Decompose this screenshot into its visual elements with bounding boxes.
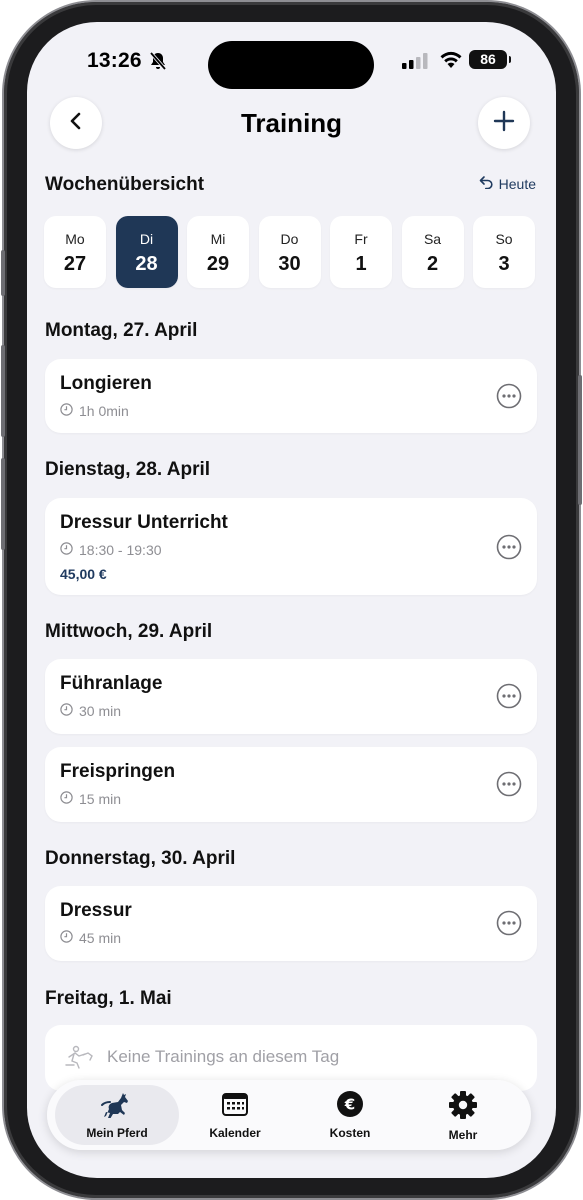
more-options-button[interactable]	[496, 910, 522, 936]
day-heading: Freitag, 1. Mai	[45, 988, 172, 1009]
day-date: 30	[278, 253, 301, 275]
day-date: 3	[498, 253, 510, 275]
tab-kalender[interactable]: Kalender	[185, 1090, 285, 1140]
tab-label: Kosten	[329, 1126, 371, 1140]
tab-label: Kalender	[209, 1126, 261, 1140]
more-options-button[interactable]	[496, 383, 522, 409]
cellular-signal-icon	[402, 53, 430, 74]
week-overview-label: Wochenübersicht	[45, 174, 205, 195]
day-name: Mo	[65, 231, 85, 247]
euro-icon: €	[336, 1091, 364, 1122]
volume-down-button	[1, 458, 5, 550]
day-name: Sa	[423, 231, 442, 247]
training-duration: 30 min	[60, 703, 121, 719]
clock-icon	[60, 403, 73, 419]
training-time-text: 1h 0min	[79, 403, 129, 419]
training-card[interactable]: Führanlage 30 min	[45, 659, 537, 734]
rider-icon	[65, 1045, 95, 1074]
today-button[interactable]: Heute	[479, 175, 536, 192]
training-title: Freispringen	[60, 761, 176, 782]
battery-indicator: 86	[469, 50, 511, 69]
day-name: Di	[139, 231, 154, 247]
ellipsis-circle-icon	[496, 534, 522, 564]
undo-arrow-icon	[479, 175, 494, 192]
training-time-text: 30 min	[79, 703, 122, 719]
ellipsis-circle-icon	[496, 771, 522, 801]
app-screen: 13:26 86 Training Wochenübersicht Heute …	[27, 22, 556, 1178]
empty-day-text: Keine Trainings an diesem Tag	[107, 1047, 340, 1066]
ellipsis-circle-icon	[496, 910, 522, 940]
add-training-button[interactable]	[478, 97, 530, 149]
training-price: 45,00 €	[60, 566, 107, 582]
day-name: So	[495, 231, 513, 247]
tab-mehr[interactable]: Mehr	[413, 1090, 513, 1142]
training-duration: 1h 0min	[60, 403, 129, 419]
day-chip-mo[interactable]: Mo 27	[44, 216, 106, 288]
training-duration: 15 min	[60, 791, 121, 807]
day-name: Mi	[210, 231, 226, 247]
tab-label: Mein Pferd	[86, 1126, 148, 1140]
day-date: 1	[355, 253, 367, 275]
training-title: Longieren	[60, 373, 152, 394]
day-date: 2	[426, 253, 439, 275]
day-date: 27	[63, 253, 87, 275]
page-title: Training	[240, 108, 343, 138]
day-date: 29	[206, 253, 230, 275]
day-name: Do	[280, 231, 299, 247]
tab-mein-pferd[interactable]: Mein Pferd	[67, 1090, 167, 1140]
day-chip-fr[interactable]: Fr 1	[330, 216, 392, 288]
tab-label: Mehr	[448, 1128, 478, 1142]
day-chip-mi[interactable]: Mi 29	[187, 216, 249, 288]
horse-icon	[100, 1093, 134, 1122]
power-button	[578, 375, 582, 505]
training-card[interactable]: Dressur Unterricht 18:30 - 19:30 45,00 €	[45, 498, 537, 595]
clock-icon	[60, 542, 73, 558]
action-button	[1, 250, 5, 296]
day-heading: Dienstag, 28. April	[45, 459, 211, 480]
bottom-tab-bar: Mein Pferd Kalender € Kosten Mehr	[47, 1080, 531, 1150]
tab-kosten[interactable]: € Kosten	[300, 1090, 400, 1140]
more-options-button[interactable]	[496, 683, 522, 709]
day-heading: Donnerstag, 30. April	[45, 848, 236, 869]
training-card[interactable]: Dressur 45 min	[45, 886, 537, 961]
status-time: 13:26	[87, 49, 142, 72]
clock-icon	[60, 791, 73, 807]
training-title: Dressur	[60, 900, 132, 921]
more-options-button[interactable]	[496, 534, 522, 560]
bell-slash-icon	[148, 51, 168, 76]
day-name: Fr	[354, 231, 368, 247]
clock-icon	[60, 703, 73, 719]
plus-icon	[492, 109, 516, 138]
wifi-icon	[439, 51, 463, 74]
week-strip: Mo 27 Di 28 Mi 29 Do 30 Fr 1 Sa 2 So 3	[44, 216, 537, 289]
training-card[interactable]: Longieren 1h 0min	[45, 359, 537, 433]
training-duration: 18:30 - 19:30	[60, 542, 162, 558]
ellipsis-circle-icon	[496, 683, 522, 713]
training-title: Dressur Unterricht	[60, 512, 228, 533]
dynamic-island	[208, 41, 374, 89]
today-label: Heute	[498, 175, 536, 192]
training-time-text: 45 min	[79, 930, 122, 946]
phone-frame: 13:26 86 Training Wochenübersicht Heute …	[0, 0, 583, 1200]
day-date: 28	[135, 253, 158, 275]
ellipsis-circle-icon	[496, 383, 522, 413]
volume-up-button	[1, 345, 5, 437]
more-options-button[interactable]	[496, 771, 522, 797]
training-title: Führanlage	[60, 673, 163, 694]
day-heading: Mittwoch, 29. April	[45, 621, 213, 642]
day-chip-sa[interactable]: Sa 2	[401, 216, 464, 288]
training-time-text: 18:30 - 19:30	[79, 542, 162, 558]
day-chip-di[interactable]: Di 28	[115, 216, 178, 288]
training-card[interactable]: Freispringen 15 min	[45, 747, 537, 822]
svg-text:€: €	[344, 1096, 355, 1114]
training-duration: 45 min	[60, 930, 121, 946]
training-time-text: 15 min	[79, 791, 122, 807]
gear-icon	[448, 1091, 478, 1124]
day-heading: Montag, 27. April	[45, 320, 198, 341]
day-chip-do[interactable]: Do 30	[258, 216, 321, 288]
day-chip-so[interactable]: So 3	[473, 216, 535, 288]
calendar-icon	[221, 1093, 249, 1122]
clock-icon	[60, 930, 73, 946]
